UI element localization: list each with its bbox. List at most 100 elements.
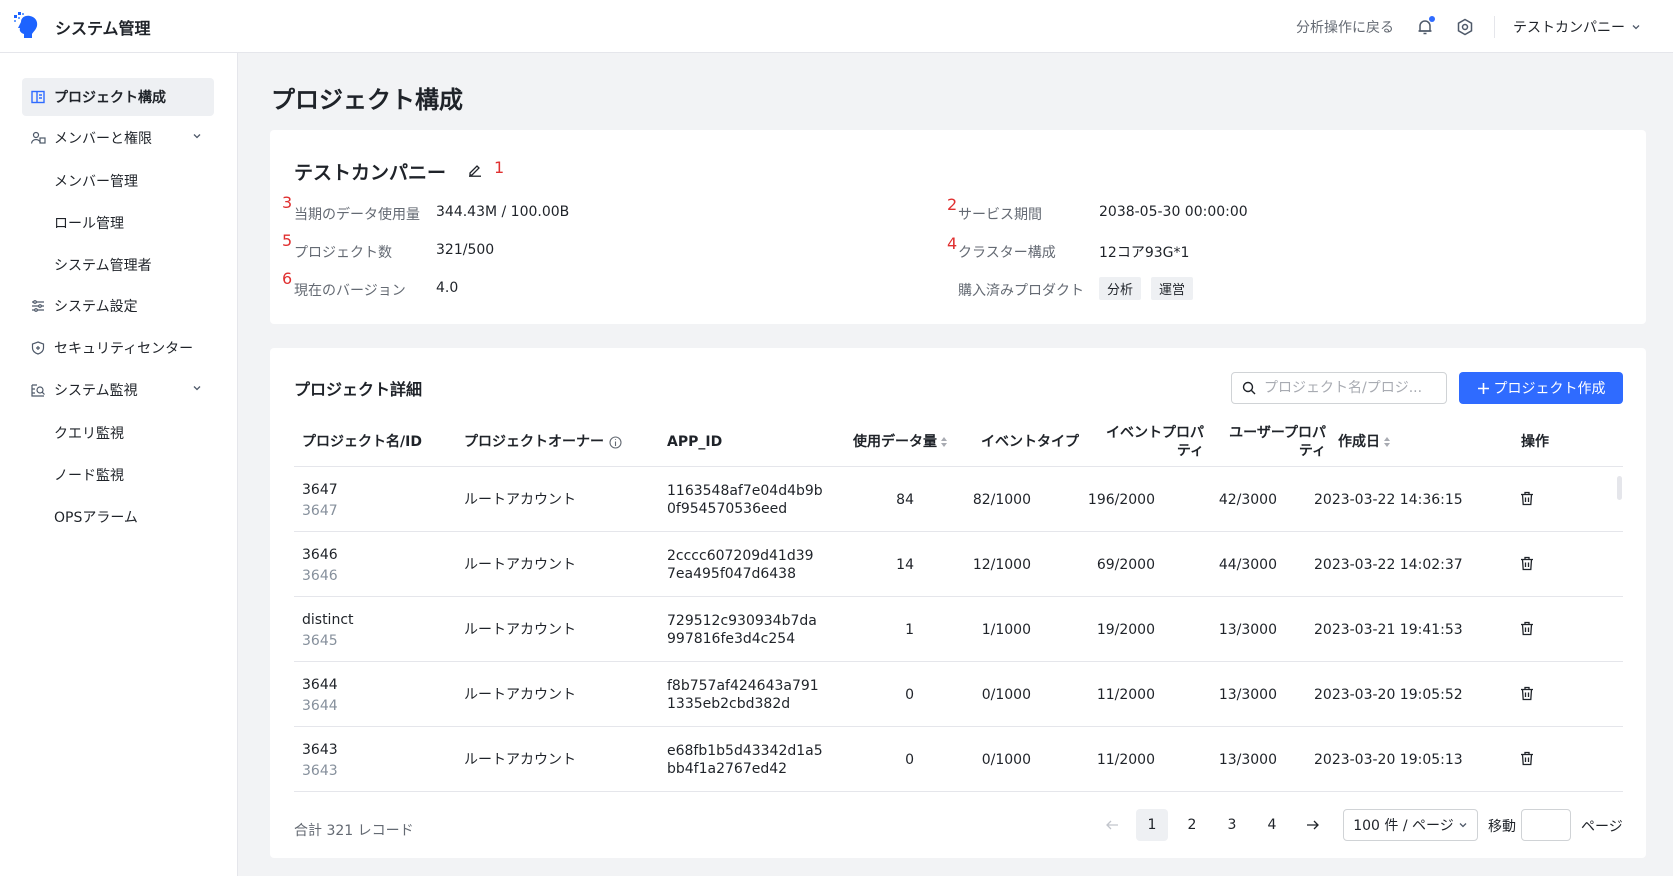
cell-app1: 2cccc607209d41d39 [667,548,814,564]
sidebar-item-security-center[interactable]: セキュリティセンター [22,329,214,367]
sidebar-item-project-config[interactable]: プロジェクト構成 [22,78,214,116]
project-count-value: 321/500 [436,242,495,258]
sidebar-item-label: システム設定 [54,299,138,315]
sliders-icon [30,298,46,314]
cell-user-prop: 13/3000 [1218,687,1277,703]
trash-icon[interactable] [1520,751,1534,770]
data-usage-value: 344.43M / 100.00B [436,204,570,220]
col-header-ops: 操作 [1521,434,1549,450]
trash-icon[interactable] [1520,621,1534,640]
arrow-right-icon [1306,820,1319,830]
company-name-heading: テストカンパニー [294,162,447,184]
marker-6: 6 [282,269,293,288]
app-logo-icon[interactable] [13,12,41,40]
plus-icon [1477,382,1489,394]
cell-app2: 1335eb2cbd382d [667,696,791,712]
next-page-button[interactable] [1296,809,1328,841]
sidebar-item-system-monitoring[interactable]: システム監視 [22,371,214,409]
back-to-analysis-link[interactable]: 分析操作に戻る [1296,17,1394,37]
sidebar-item-system-settings[interactable]: システム設定 [22,287,214,325]
cell-usage: 0 [905,687,914,703]
table-row[interactable]: 3646 3646 ルートアカウント 2cccc607209d41d39 7ea495f… [294,532,1623,597]
section-title: プロジェクト詳細 [294,380,423,399]
col-header-usage-label: 使用データ量 [853,434,937,450]
cell-owner: ルートアカウント [464,622,576,638]
search-icon [1242,381,1256,395]
trash-icon[interactable] [1520,686,1534,705]
marker-2: 2 [947,195,958,214]
sidebar-item-label: システム監視 [54,383,138,399]
cell-app2: bb4f1a2767ed42 [667,761,788,777]
cell-event-prop: 69/2000 [1096,557,1155,573]
trash-icon[interactable] [1520,491,1534,510]
create-project-button[interactable]: プロジェクト作成 [1459,372,1623,404]
col-header-owner-label: プロジェクトオーナー [464,434,604,450]
table-row[interactable]: 3643 3643 ルートアカウント e68fb1b5d43342d1a5 bb4f1a… [294,727,1623,792]
cell-event-prop: 196/2000 [1087,492,1155,508]
cell-event-type: 0/1000 [981,687,1031,703]
trash-icon[interactable] [1520,556,1534,575]
marker-1: 1 [494,158,505,177]
sidebar-item-node-monitoring[interactable]: ノード監視 [54,465,124,485]
project-details-card: プロジェクト詳細 プロジェクト作成 プロジェクト名/ID プロジェクトオーナー … [270,348,1646,858]
chevron-down-icon [1459,823,1467,828]
sidebar-item-member-management[interactable]: メンバー管理 [54,171,138,191]
service-period-value: 2038-05-30 00:00:00 [1099,204,1248,220]
header-divider [1494,15,1495,38]
cell-event-type: 0/1000 [981,752,1031,768]
page-size-value: 100 件 / ページ [1353,818,1454,834]
col-header-created[interactable]: 作成日 [1338,433,1391,451]
sidebar-item-query-monitoring[interactable]: クエリ監視 [54,423,124,443]
sidebar-item-label: プロジェクト構成 [54,90,166,106]
edit-icon[interactable] [468,163,482,181]
bell-icon[interactable] [1414,15,1436,38]
table-row[interactable]: 3644 3644 ルートアカウント f8b757af424643a791 1335eb… [294,662,1623,727]
gear-icon[interactable] [1454,16,1476,38]
sidebar-item-role-management[interactable]: ロール管理 [54,213,124,233]
sidebar-item-members-permissions[interactable]: メンバーと権限 [22,119,214,157]
prev-page-button[interactable] [1096,809,1128,841]
table-row[interactable]: distinct 3645 ルートアカウント 729512c930934b7da 997… [294,597,1623,662]
goto-page-input[interactable] [1521,809,1571,841]
sidebar-item-system-admins[interactable]: システム管理者 [54,255,152,275]
cell-id: 3645 [302,633,338,649]
page-4-button[interactable]: 4 [1256,809,1288,841]
col-header-event-props-line1: イベントプロパ [1106,425,1204,441]
cell-app2: 0f954570536eed [667,501,788,517]
cluster-value: 12コア93G*1 [1099,245,1190,261]
company-selector[interactable]: テストカンパニー [1513,17,1641,37]
col-header-created-label: 作成日 [1338,434,1380,450]
col-header-owner: プロジェクトオーナー [464,433,622,451]
col-header-event-props: イベントプロパ ティ [1074,424,1204,460]
cell-app1: 729512c930934b7da [667,613,817,629]
cell-usage: 14 [896,557,914,573]
cell-event-type: 12/1000 [972,557,1031,573]
col-header-event-props-line2: ティ [1176,443,1204,459]
cell-app1: 1163548af7e04d4b9b [667,483,823,499]
cell-event-prop: 11/2000 [1096,687,1155,703]
sidebar-item-ops-alarm[interactable]: OPSアラーム [54,507,138,527]
sort-icon[interactable] [940,436,948,448]
info-icon[interactable] [609,435,622,449]
cluster-label: クラスター構成 [958,245,1056,261]
cell-created: 2023-03-21 19:41:53 [1314,622,1463,638]
monitor-icon [30,382,46,398]
top-header: システム管理 分析操作に戻る テストカンパニー [0,0,1673,53]
chevron-down-icon [193,134,201,139]
cell-usage: 84 [896,492,914,508]
col-header-usage[interactable]: 使用データ量 [853,433,948,451]
cell-created: 2023-03-20 19:05:52 [1314,687,1463,703]
cell-name: 3643 [302,742,338,758]
version-value: 4.0 [436,280,459,296]
page-2-button[interactable]: 2 [1176,809,1208,841]
table-row[interactable]: 3647 3647 ルートアカウント 1163548af7e04d4b9b 0f9545… [294,467,1623,532]
sort-icon[interactable] [1383,436,1391,448]
cell-name: 3647 [302,482,338,498]
cell-name: 3644 [302,677,338,693]
page-size-select[interactable]: 100 件 / ページ [1343,809,1478,841]
project-count-label: プロジェクト数 [294,245,392,261]
search-input[interactable] [1264,380,1434,396]
page-1-button[interactable]: 1 [1136,809,1168,841]
page-3-button[interactable]: 3 [1216,809,1248,841]
cell-event-prop: 11/2000 [1096,752,1155,768]
